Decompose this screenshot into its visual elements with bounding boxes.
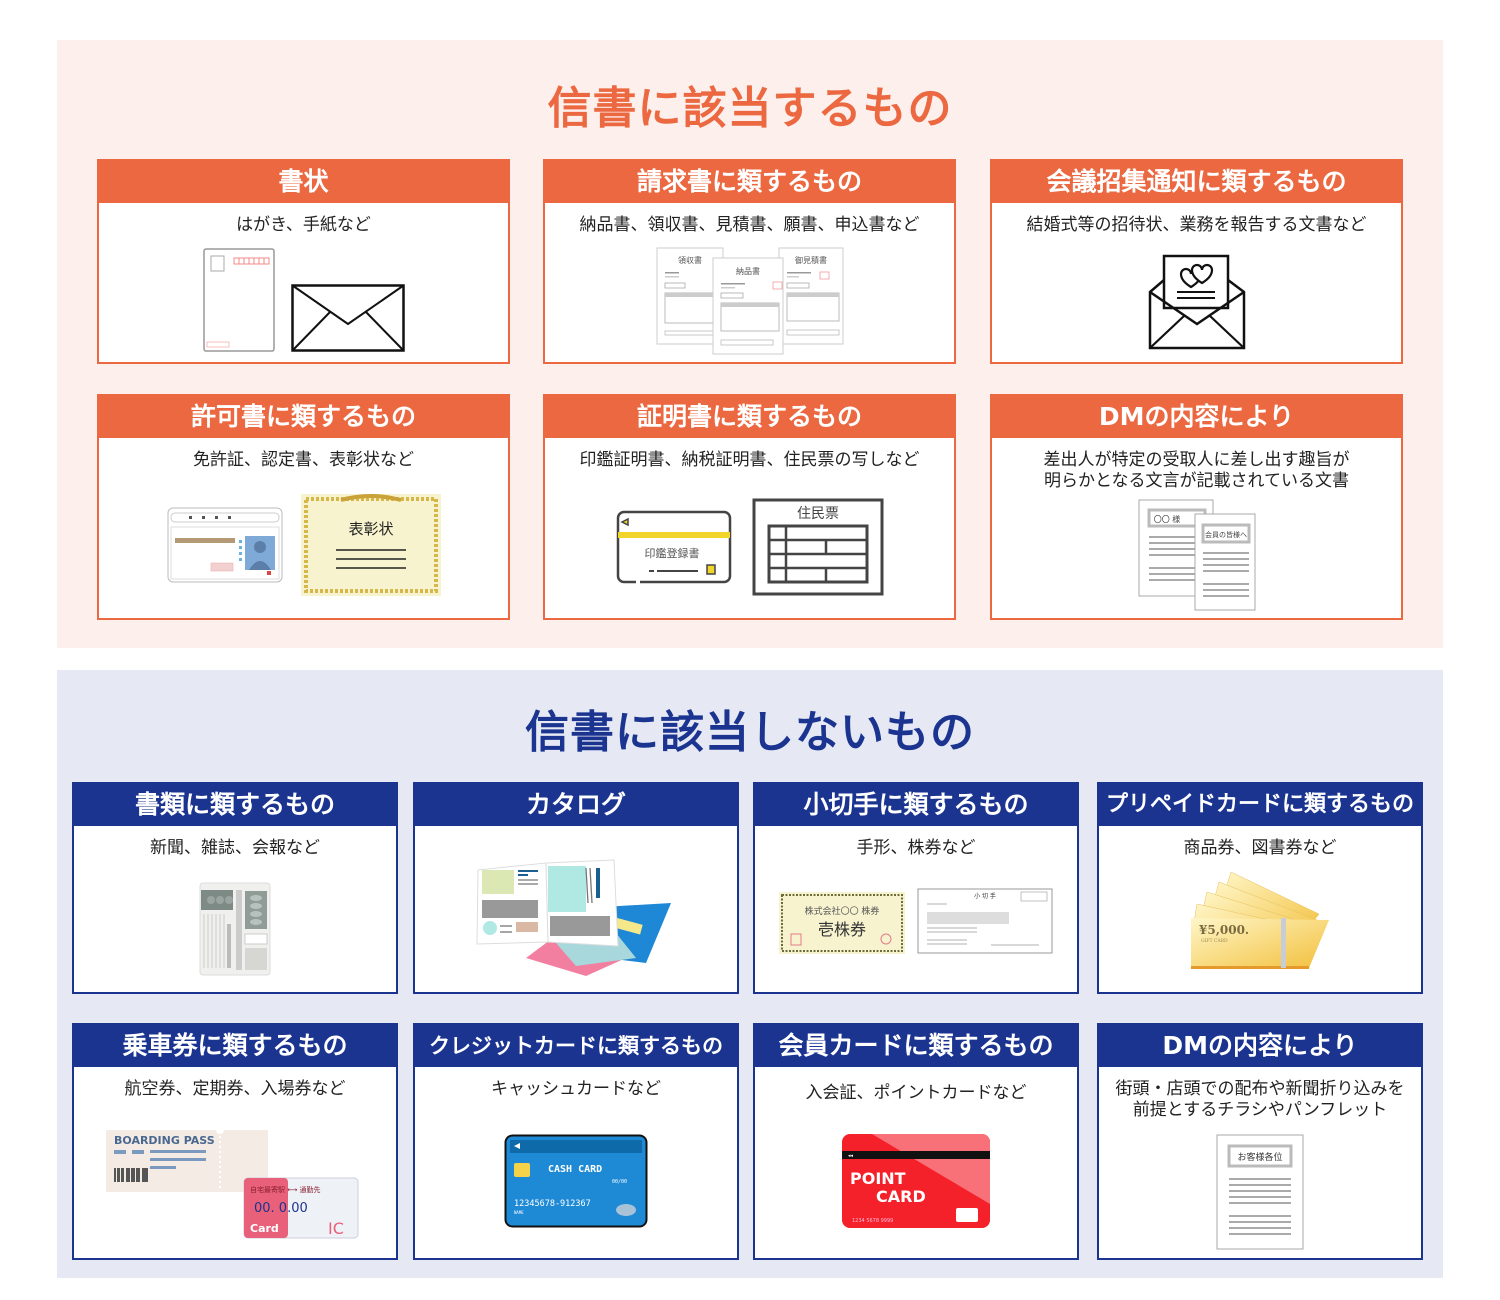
invoice-documents-icon: 領収書 御見積書 納品書 [656,247,843,355]
gift-card-icon: ¥5,000. GIFT CARD [1190,871,1329,969]
card-title: プリペイドカードに類するもの [1099,784,1421,826]
seal-registration-card-icon: 印鑑登録書 [616,510,731,584]
card-label: CARD [876,1187,926,1206]
card-description: 街頭・店頭での配布や新聞折り込みを 前提とするチラシやパンフレット [1115,1079,1405,1120]
card-title: 書状 [99,161,508,203]
card-description: はがき、手紙など [236,215,371,235]
card-description: 商品券、図書券など [1183,838,1337,858]
card-description: 印鑑証明書、納税証明書、住民票の写しなど [579,450,920,470]
card-title: 証明書に類するもの [545,396,954,438]
certificate-icon: 表彰状 [300,494,441,596]
card-name-label: NAME [514,1210,524,1215]
card-addressed-dm: DMの内容により 差出人が特定の受取人に差し出す趣旨が 明らかとなる文言が記載さ… [990,394,1403,620]
flyer-label: お客様各位 [1237,1151,1282,1163]
card-member-cards: 会員カードに類するもの 入会証、ポイントカードなど ◂◂ POINT CARD … [753,1023,1079,1260]
card-description: キャッシュカードなど [491,1079,661,1099]
card-description: 差出人が特定の受取人に差し出す趣旨が 明らかとなる文言が記載されている文書 [1043,450,1350,491]
card-title: 小切手に類するもの [755,784,1077,826]
card-letters: 書状 はがき、手紙など [97,159,510,364]
doc-label: 御見積書 [795,255,827,265]
card-invoices: 請求書に類するもの 納品書、領収書、見積書、願書、申込書など 領収書 御見積書 [543,159,956,364]
card-title: クレジットカードに類するもの [415,1025,737,1067]
certificate-label: 表彰状 [348,520,393,538]
point-card-icon: ◂◂ POINT CARD 1234 5678 9999 [842,1134,990,1228]
card-documents: 書類に類するもの 新聞、雑誌、会報など [72,782,398,994]
card-title: 書類に類するもの [74,784,396,826]
expiry-label: 00/00 [612,1179,627,1185]
envelope-icon [290,284,405,352]
cash-card-icon: CASH CARD 00/00 12345678-912367 NAME [504,1134,648,1228]
card-description: 免許証、認定書、表彰状など [193,450,414,470]
postcard-icon [202,248,275,352]
license-card-icon [167,507,282,583]
card-title: 会員カードに類するもの [755,1025,1077,1067]
card-description: 手形、株券など [856,838,976,858]
card-title: カタログ [415,784,737,826]
point-label: POINT [850,1169,906,1188]
cash-card-label: CASH CARD [548,1164,602,1175]
applicable-section: 信書に該当するもの 書状 はがき、手紙など 請求書に類するもの 納品書、領収書、… [57,40,1443,648]
card-credit-cards: クレジットカードに類するもの キャッシュカードなど CASH CARD 00/0… [413,1023,739,1260]
card-description: 新聞、雑誌、会報など [150,838,320,858]
addressed-dm-icon: 〇〇 様 会員の皆様へ [1138,499,1255,611]
ic-label: IC [328,1219,344,1238]
card-tickets: 乗車券に類するもの 航空券、定期券、入場券など BOARDING PASS 自宅… [72,1023,398,1260]
doc-label: 会員の皆様へ [1205,530,1247,539]
catalog-icon [476,859,671,976]
card-label: 印鑑登録書 [644,546,699,560]
gift-card-label: GIFT CARD [1201,938,1228,944]
card-description: 入会証、ポイントカードなど [805,1083,1027,1103]
stock-share-label: 壱株券 [818,920,866,939]
ic-route-label: 自宅最寄駅 ⟷ 通勤先 [250,1185,321,1194]
card-title: 請求書に類するもの [545,161,954,203]
section-title: 信書に該当するもの [547,83,953,134]
svg-text:◂◂: ◂◂ [848,1153,854,1159]
card-permits: 許可書に類するもの 免許証、認定書、表彰状など 表彰状 [97,394,510,620]
card-catalog: カタログ [413,782,739,994]
card-number-label: 12345678-912367 [514,1199,591,1209]
card-title: 許可書に類するもの [99,396,508,438]
stock-company-label: 株式会社〇〇 株券 [805,905,880,917]
card-title: 乗車券に類するもの [74,1025,396,1067]
not-applicable-section: 信書に該当しないもの 書類に類するもの 新聞、雑誌、会報など カタログ 小切手に… [57,670,1443,1278]
flyer-icon: お客様各位 [1216,1134,1304,1250]
card-title: 会議招集通知に類するもの [992,161,1401,203]
boarding-pass-icon: BOARDING PASS 自宅最寄駅 ⟷ 通勤先 00. 0.00 Card … [106,1130,359,1239]
card-prepaid: プリペイドカードに類するもの 商品券、図書券など ¥5,000. GIFT CA… [1097,782,1423,994]
doc-label: 領収書 [678,255,702,265]
record-label: 住民票 [797,506,839,522]
doc-label: 納品書 [736,266,760,276]
ic-card-label: Card [250,1222,279,1235]
card-description: 納品書、領収書、見積書、願書、申込書など [579,215,920,235]
stock-certificate-icon: 株式会社〇〇 株券 壱株券 [779,892,905,954]
invitation-envelope-icon [1148,254,1245,350]
card-number-label: 1234 5678 9999 [852,1218,893,1224]
card-title: DMの内容により [992,396,1401,438]
section-title: 信書に該当しないもの [525,707,975,758]
ic-balance-label: 00. 0.00 [254,1201,308,1216]
card-description: 航空券、定期券、入場券など [124,1079,346,1099]
check-icon: 小 切 手 [917,888,1053,954]
check-label: 小 切 手 [974,892,996,900]
card-description: 結婚式等の招待状、業務を報告する文書など [1026,215,1367,235]
doc-label: 〇〇 様 [1153,514,1180,524]
card-title: DMの内容により [1099,1025,1421,1067]
newspaper-icon [199,882,271,976]
card-flyer-dm: DMの内容により 街頭・店頭での配布や新聞折り込みを 前提とするチラシやパンフレ… [1097,1023,1423,1260]
card-checks: 小切手に類するもの 手形、株券など 株式会社〇〇 株券 壱株券 小 切 手 [753,782,1079,994]
card-certificates: 証明書に類するもの 印鑑証明書、納税証明書、住民票の写しなど 印鑑登録書 住民票 [543,394,956,620]
resident-record-icon: 住民票 [752,498,883,596]
pass-label: BOARDING PASS [114,1134,215,1147]
gift-amount-label: ¥5,000. [1199,923,1249,937]
card-meeting-notices: 会議招集通知に類するもの 結婚式等の招待状、業務を報告する文書など [990,159,1403,364]
